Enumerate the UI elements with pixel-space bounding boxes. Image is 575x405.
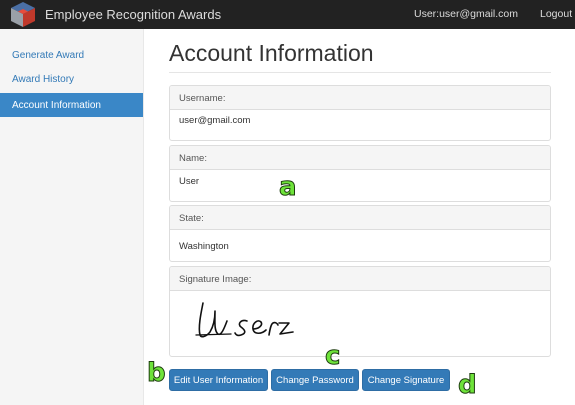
signature-image	[195, 302, 294, 338]
state-panel: State: Washington	[169, 205, 551, 262]
name-panel: Name: User	[169, 145, 551, 202]
top-navbar: Employee Recognition Awards User:user@gm…	[0, 0, 575, 29]
app-brand-title[interactable]: Employee Recognition Awards	[45, 7, 221, 22]
signature-panel: Signature Image:	[169, 266, 551, 357]
username-value: user@gmail.com	[179, 115, 251, 126]
sidebar-item-award-history[interactable]: Award History	[0, 67, 143, 91]
annotation-marker-d: d	[458, 370, 478, 401]
signature-body	[170, 291, 550, 338]
sidebar-item-account-information[interactable]: Account Information	[0, 93, 143, 117]
username-heading: Username:	[170, 86, 550, 110]
signature-heading: Signature Image:	[170, 267, 550, 291]
annotation-marker-b: b	[147, 358, 167, 389]
name-heading: Name:	[170, 146, 550, 170]
change-password-button[interactable]: Change Password	[271, 369, 359, 391]
change-signature-button[interactable]: Change Signature	[362, 369, 450, 391]
sidebar-item-generate-award[interactable]: Generate Award	[0, 43, 143, 67]
current-user-label: User:user@gmail.com	[414, 8, 519, 20]
app-logo-icon[interactable]	[10, 1, 36, 28]
name-value: User	[179, 176, 200, 187]
state-value: Washington	[179, 241, 229, 252]
state-heading: State:	[170, 206, 550, 230]
edit-user-information-button[interactable]: Edit User Information	[169, 369, 268, 391]
annotation-marker-c: c	[324, 341, 341, 372]
title-divider	[169, 72, 551, 73]
logout-link[interactable]: Logout	[540, 8, 572, 20]
username-panel: Username: user@gmail.com	[169, 85, 551, 141]
page-title: Account Information	[169, 40, 374, 66]
sidebar: Generate Award Award History Account Inf…	[0, 29, 144, 405]
annotation-marker-a: a	[279, 172, 298, 203]
